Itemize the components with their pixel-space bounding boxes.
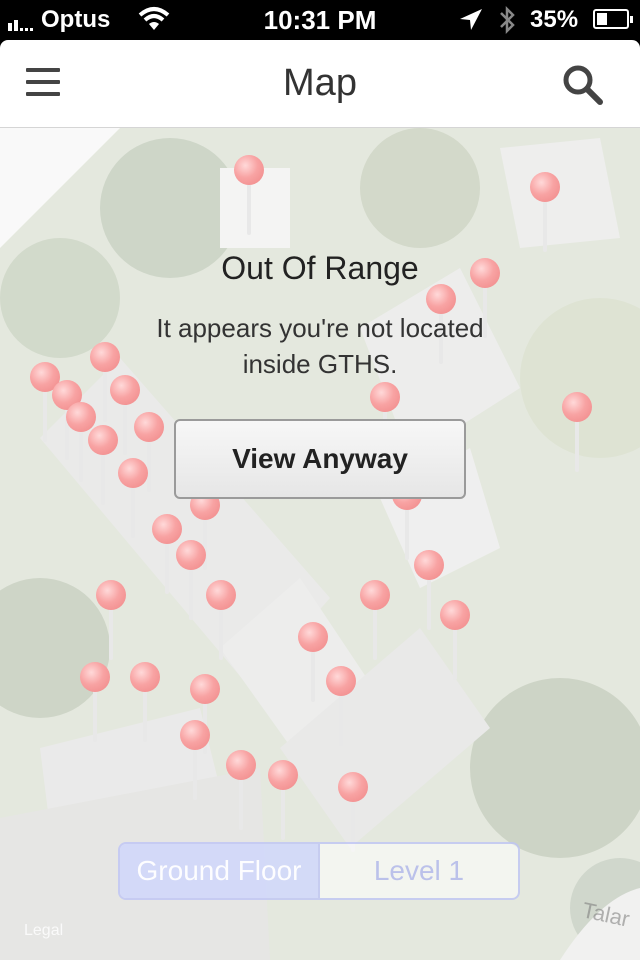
map-pin[interactable] xyxy=(562,392,592,472)
map-pin[interactable] xyxy=(96,580,126,660)
floor-option-level-1[interactable]: Level 1 xyxy=(318,844,518,898)
map-pin[interactable] xyxy=(268,760,298,840)
map-pin[interactable] xyxy=(234,155,264,235)
out-of-range-message: It appears you're not located inside GTH… xyxy=(156,313,484,379)
map-pin[interactable] xyxy=(298,622,328,702)
map-pin[interactable] xyxy=(80,662,110,742)
page-title: Map xyxy=(283,62,357,104)
view-anyway-button[interactable]: View Anyway xyxy=(174,419,466,499)
map-pin[interactable] xyxy=(530,172,560,252)
map-pin[interactable] xyxy=(440,600,470,680)
battery-percent: 35% xyxy=(530,6,579,33)
map-pin[interactable] xyxy=(88,425,118,505)
floor-selector: Ground Floor Level 1 xyxy=(118,842,520,900)
floor-option-ground[interactable]: Ground Floor xyxy=(120,844,318,898)
map-pin[interactable] xyxy=(226,750,256,830)
nav-bar: Map xyxy=(0,40,640,128)
search-icon[interactable] xyxy=(562,64,604,106)
map-pin[interactable] xyxy=(326,666,356,746)
out-of-range-title: Out Of Range xyxy=(221,250,419,286)
legal-link[interactable]: Legal xyxy=(24,922,63,940)
map-pin[interactable] xyxy=(206,580,236,660)
map-pin[interactable] xyxy=(338,772,368,852)
map-pin[interactable] xyxy=(360,580,390,660)
map-pin[interactable] xyxy=(130,662,160,742)
location-arrow-icon xyxy=(460,9,482,30)
map-pin[interactable] xyxy=(118,458,148,538)
map-pin[interactable] xyxy=(180,720,210,800)
bluetooth-icon xyxy=(500,5,515,35)
battery-icon xyxy=(593,9,633,29)
status-bar: Optus 10:31 PM 35% xyxy=(0,0,640,40)
map-pin[interactable] xyxy=(176,540,206,620)
